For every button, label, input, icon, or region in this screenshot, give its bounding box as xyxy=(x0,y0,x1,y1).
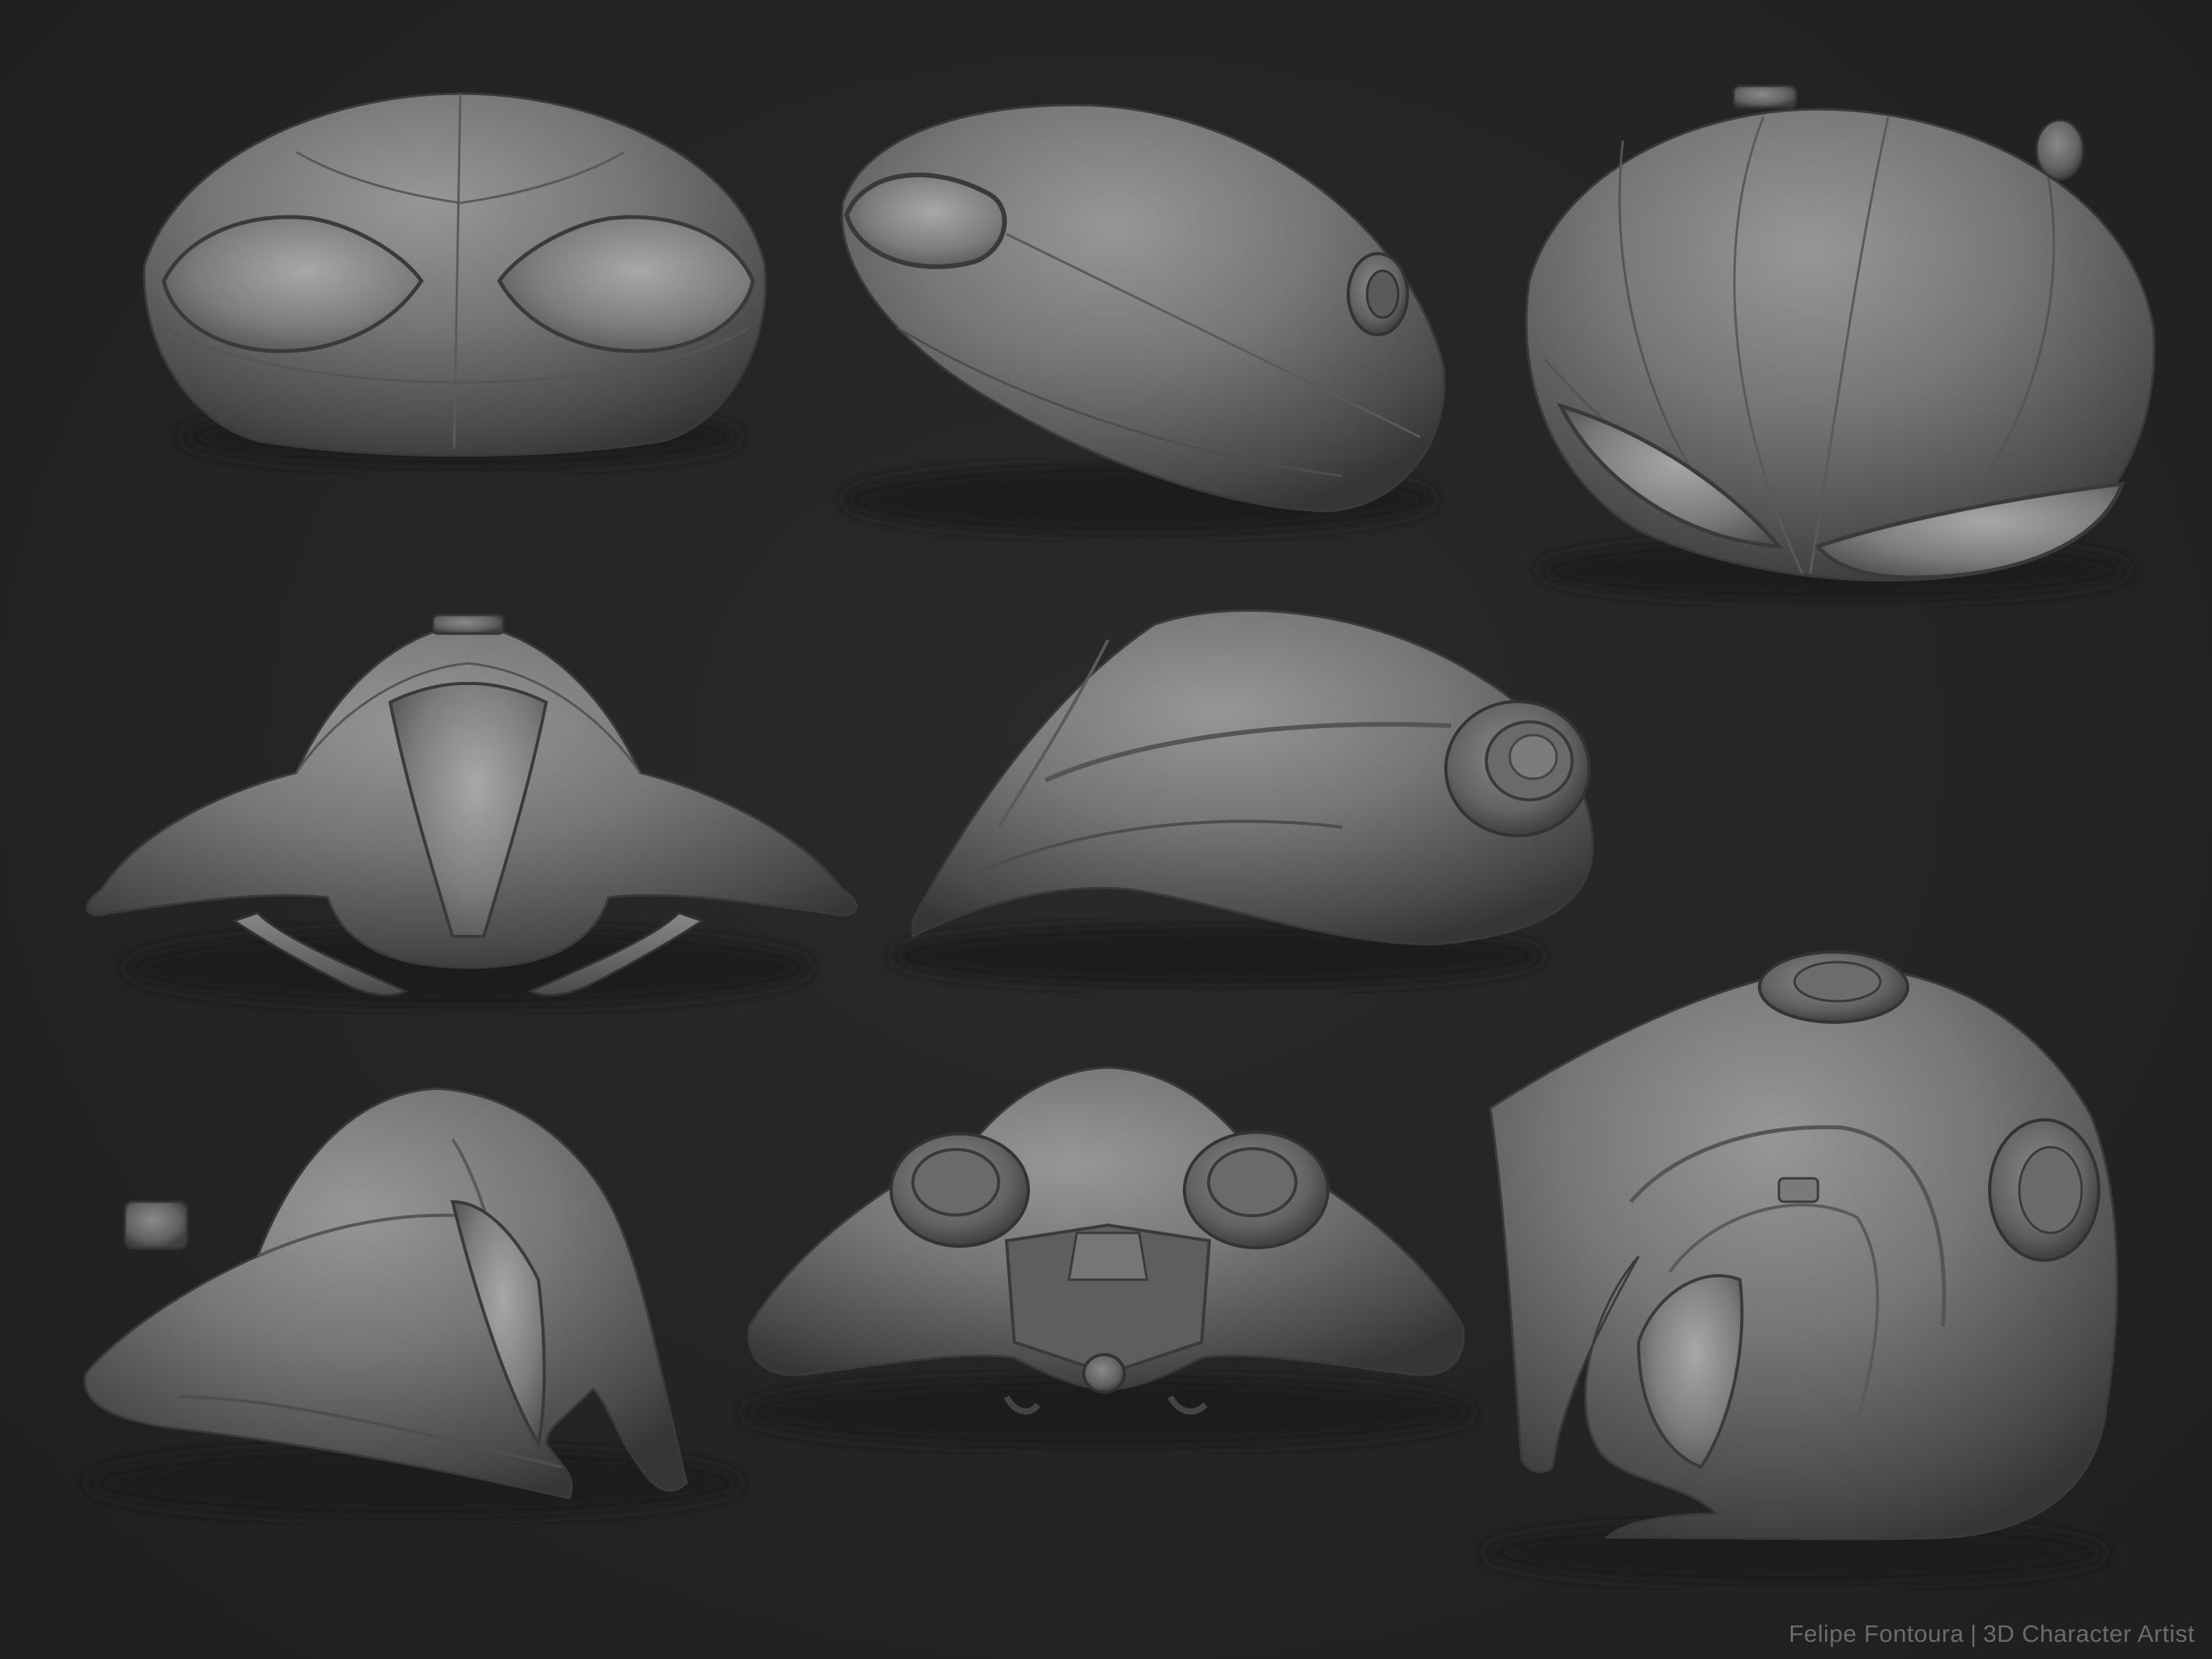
helmet-view-front-low xyxy=(86,613,857,1007)
artist-name: Felipe Fontoura xyxy=(1788,1620,1965,1647)
artist-role: 3D Character Artist xyxy=(1983,1620,2195,1647)
artist-credit: Felipe Fontoura | 3D Character Artist xyxy=(1788,1620,2195,1648)
credit-separator: | xyxy=(1970,1620,1977,1647)
helmet-view-side-top xyxy=(840,104,1446,535)
helmet-view-three-quarter-low xyxy=(83,1087,741,1518)
helmet-view-front-top xyxy=(143,92,767,468)
helmet-view-rear-top xyxy=(1525,84,2156,601)
helmet-view-side-low xyxy=(889,609,1594,987)
helmet-turnaround xyxy=(83,84,2156,1584)
helmet-view-three-quarter-high xyxy=(1482,950,2118,1584)
sculpt-sheet: Felipe Fontoura | 3D Character Artist xyxy=(0,0,2212,1659)
helmet-view-rear-low xyxy=(741,1066,1475,1448)
